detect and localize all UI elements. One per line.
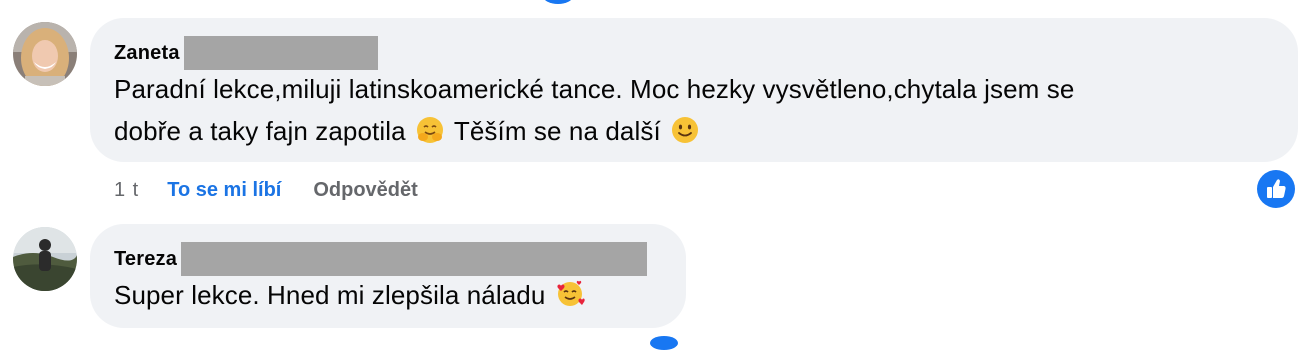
reply-button[interactable]: Odpovědět — [313, 176, 417, 204]
redacted-surname — [181, 242, 648, 276]
slightly-smiling-face-emoji — [670, 115, 700, 145]
comment-timestamp[interactable]: 1 t — [114, 176, 139, 204]
comment-text-part2: Těším se na další — [453, 116, 661, 146]
redacted-surname — [183, 36, 378, 70]
like-button[interactable]: To se mi líbí — [167, 176, 281, 204]
smiling-face-with-hearts-emoji — [555, 279, 585, 309]
avatar[interactable] — [13, 22, 77, 86]
reaction-badge-partial — [650, 336, 678, 350]
comment-author[interactable]: Zaneta — [114, 39, 180, 67]
avatar[interactable] — [13, 227, 77, 291]
comment-author[interactable]: Tereza — [114, 245, 177, 273]
comment-text: Super lekce. Hned mi zlepšila náladu — [114, 274, 674, 316]
comment-bubble: Zaneta Paradní lekce,miluji latinskoamer… — [90, 18, 1298, 162]
thumbs-up-icon[interactable] — [1257, 170, 1295, 208]
reaction-badge-partial — [543, 0, 573, 4]
hugging-face-emoji — [415, 115, 445, 145]
comment-text: Paradní lekce,miluji latinskoamerické ta… — [114, 68, 1284, 152]
comment-actions: 1 t To se mi líbí Odpovědět — [114, 176, 418, 204]
comment-text-body: Super lekce. Hned mi zlepšila náladu — [114, 280, 546, 310]
comment-bubble: Tereza Super lekce. Hned mi zlepšila nál… — [90, 224, 686, 328]
